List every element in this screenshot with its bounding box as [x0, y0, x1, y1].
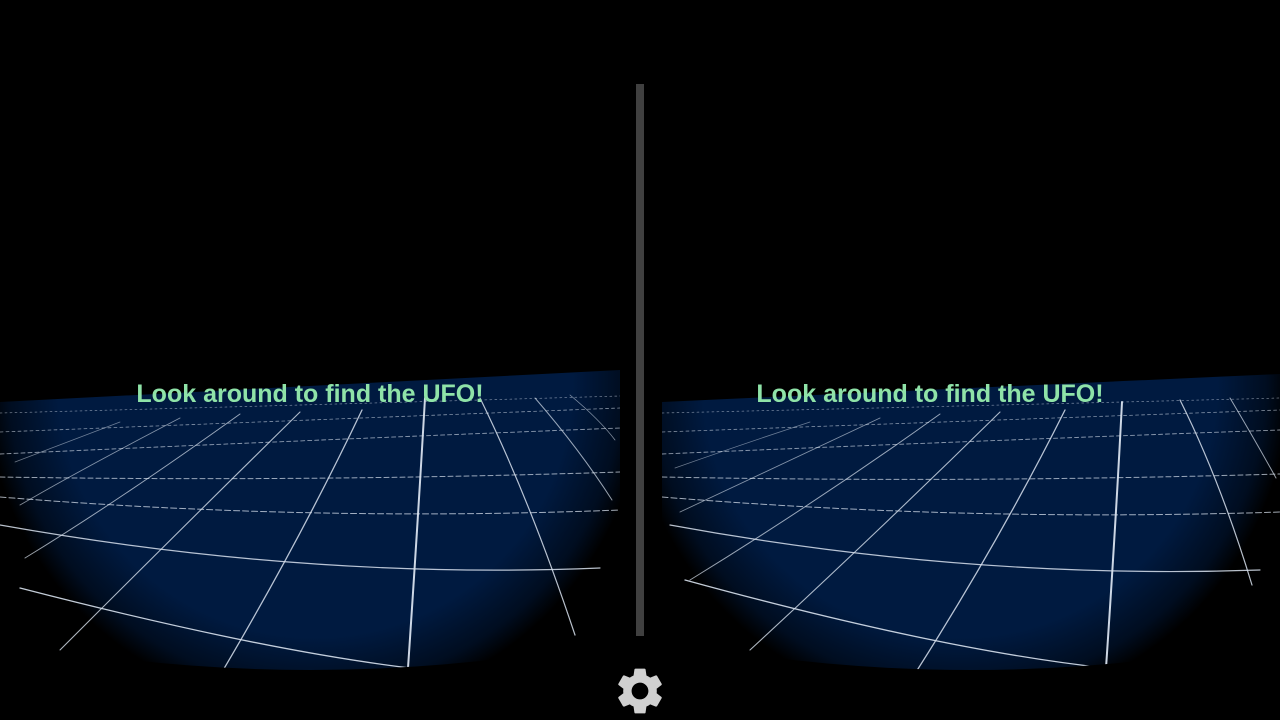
right-floor	[662, 374, 1280, 670]
right-eye-view[interactable]: Look around to find the UFO!	[640, 0, 1280, 720]
settings-button[interactable]	[612, 662, 668, 720]
left-floor	[0, 370, 620, 670]
left-eye-view[interactable]: Look around to find the UFO!	[0, 0, 640, 720]
vr-stereo-viewport[interactable]: Look around to find the UFO! Look around…	[0, 0, 1280, 720]
gear-icon	[618, 668, 662, 714]
right-floor-grid	[662, 374, 1280, 670]
stereo-divider	[636, 84, 644, 636]
left-floor-grid	[0, 370, 620, 670]
